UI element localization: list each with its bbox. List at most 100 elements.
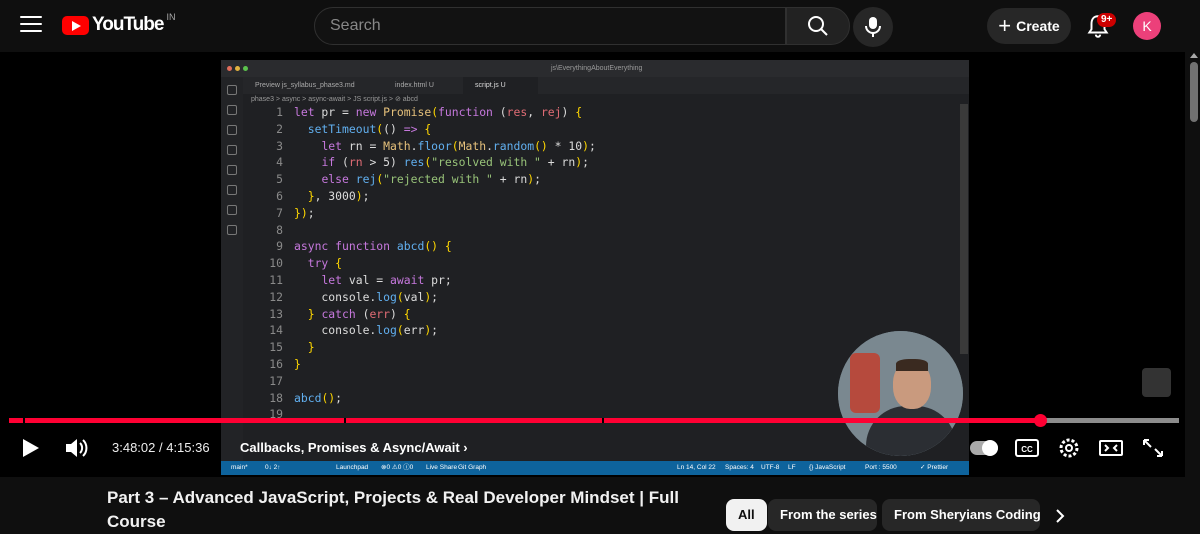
chapter-button[interactable]: Callbacks, Promises & Async/Await › xyxy=(228,432,480,464)
status-prettier: ✓ Prettier xyxy=(920,464,949,471)
fullscreen-icon[interactable] xyxy=(1138,432,1168,464)
chip-all[interactable]: All xyxy=(726,499,767,531)
line-number: 11 xyxy=(269,273,283,287)
menu-icon[interactable] xyxy=(20,16,42,34)
code-token: ; xyxy=(362,189,370,203)
editor-tab: Preview js_syllabus_phase3.md xyxy=(255,82,355,89)
code-token: let xyxy=(294,105,315,119)
editor-tab: index.html U xyxy=(395,82,434,89)
code-token: () xyxy=(321,390,336,405)
code-token: () xyxy=(534,138,548,153)
scrollbar-thumb[interactable] xyxy=(1190,62,1198,122)
code-token: val xyxy=(403,289,425,304)
code-token: ; xyxy=(431,323,439,338)
search-button[interactable] xyxy=(786,7,850,45)
code-line: 3 let rn = Math.floor(Math.random() * 10… xyxy=(243,138,596,155)
code-token: val = xyxy=(342,273,391,287)
theater-mode-icon[interactable] xyxy=(1096,432,1126,464)
code-token: console. xyxy=(294,289,377,304)
code-token: () xyxy=(424,239,439,254)
autoplay-toggle[interactable] xyxy=(970,440,998,456)
search-icon xyxy=(808,16,828,36)
code-token: { xyxy=(403,306,411,321)
code-token: } xyxy=(294,357,301,371)
youtube-logo[interactable]: YouTube IN xyxy=(62,12,175,36)
code-token: { xyxy=(424,121,432,136)
channel-watermark-icon[interactable] xyxy=(1142,368,1171,397)
logo-text: YouTube xyxy=(92,14,164,35)
code-token: ; xyxy=(582,155,589,170)
microphone-icon xyxy=(865,17,881,37)
status-language: {} JavaScript xyxy=(809,464,846,471)
captions-icon[interactable]: CC xyxy=(1012,432,1042,464)
code-token: + rn xyxy=(540,155,576,170)
play-icon[interactable] xyxy=(14,432,46,464)
code-line: 12 console.log(val); xyxy=(243,289,438,306)
progress-scrubber-handle[interactable] xyxy=(1033,414,1047,427)
code-token: , 3000 xyxy=(314,189,356,203)
voice-search-button[interactable] xyxy=(853,7,893,47)
status-spaces: Spaces: 4 xyxy=(725,464,754,471)
code-line: 9 async function abcd() { xyxy=(243,238,452,255)
code-token: pr = xyxy=(314,105,356,119)
code-token: ; xyxy=(588,138,596,153)
editor-tabs: Preview js_syllabus_phase3.md index.html… xyxy=(243,77,969,94)
code-token: * 10 xyxy=(547,138,583,153)
code-token: Math xyxy=(383,138,411,153)
progress-bar[interactable] xyxy=(9,414,1179,427)
scroll-up-arrow-icon[interactable] xyxy=(1190,53,1198,58)
chip-from-channel[interactable]: From Sheryians Coding S xyxy=(882,499,1040,531)
code-token: console. xyxy=(294,323,377,338)
code-token: }) xyxy=(294,205,308,220)
progress-played xyxy=(9,418,1040,423)
window-controls xyxy=(227,66,248,71)
status-eol: LF xyxy=(788,464,796,471)
code-token: ) xyxy=(582,138,589,153)
code-token: res xyxy=(403,155,425,170)
code-line: 8 xyxy=(243,222,294,239)
code-token: else xyxy=(321,172,349,187)
search-input[interactable]: Search xyxy=(314,7,786,45)
editor-scrollbar xyxy=(960,104,968,354)
code-token: "rejected with " xyxy=(383,172,493,187)
line-number: 3 xyxy=(276,138,283,153)
code-token: , xyxy=(527,105,541,119)
line-number: 5 xyxy=(276,172,283,187)
code-token: } xyxy=(307,340,315,355)
volume-icon[interactable] xyxy=(60,432,92,464)
code-token: ( xyxy=(396,289,404,304)
code-token: rn xyxy=(348,155,363,170)
settings-gear-icon[interactable] xyxy=(1054,432,1084,464)
code-line: 11 let val = await pr; xyxy=(243,272,451,289)
plus-icon: + xyxy=(998,13,1012,38)
page-scrollbar[interactable] xyxy=(1188,52,1200,527)
code-token: () xyxy=(383,121,404,136)
create-button[interactable]: + Create xyxy=(987,8,1071,44)
code-token: err xyxy=(403,323,425,338)
chapter-marker xyxy=(602,418,605,423)
time-separator: / xyxy=(155,440,167,455)
code-token: ( xyxy=(492,105,507,119)
code-token: Math xyxy=(458,138,487,153)
chevron-right-icon[interactable] xyxy=(1050,506,1070,526)
code-token: abcd xyxy=(396,239,425,254)
line-number: 1 xyxy=(276,105,283,119)
code-token: await xyxy=(390,273,425,287)
line-number: 8 xyxy=(276,222,283,237)
code-line: 16} xyxy=(243,356,301,373)
avatar[interactable]: K xyxy=(1133,12,1161,40)
code-token: . xyxy=(486,138,493,153)
chip-from-series[interactable]: From the series xyxy=(768,499,877,531)
line-number: 12 xyxy=(269,289,283,304)
code-token: log xyxy=(376,289,397,304)
code-token: floor xyxy=(417,138,452,153)
code-token: try xyxy=(307,256,329,271)
code-token: log xyxy=(376,323,397,338)
code-token: let xyxy=(321,273,343,287)
